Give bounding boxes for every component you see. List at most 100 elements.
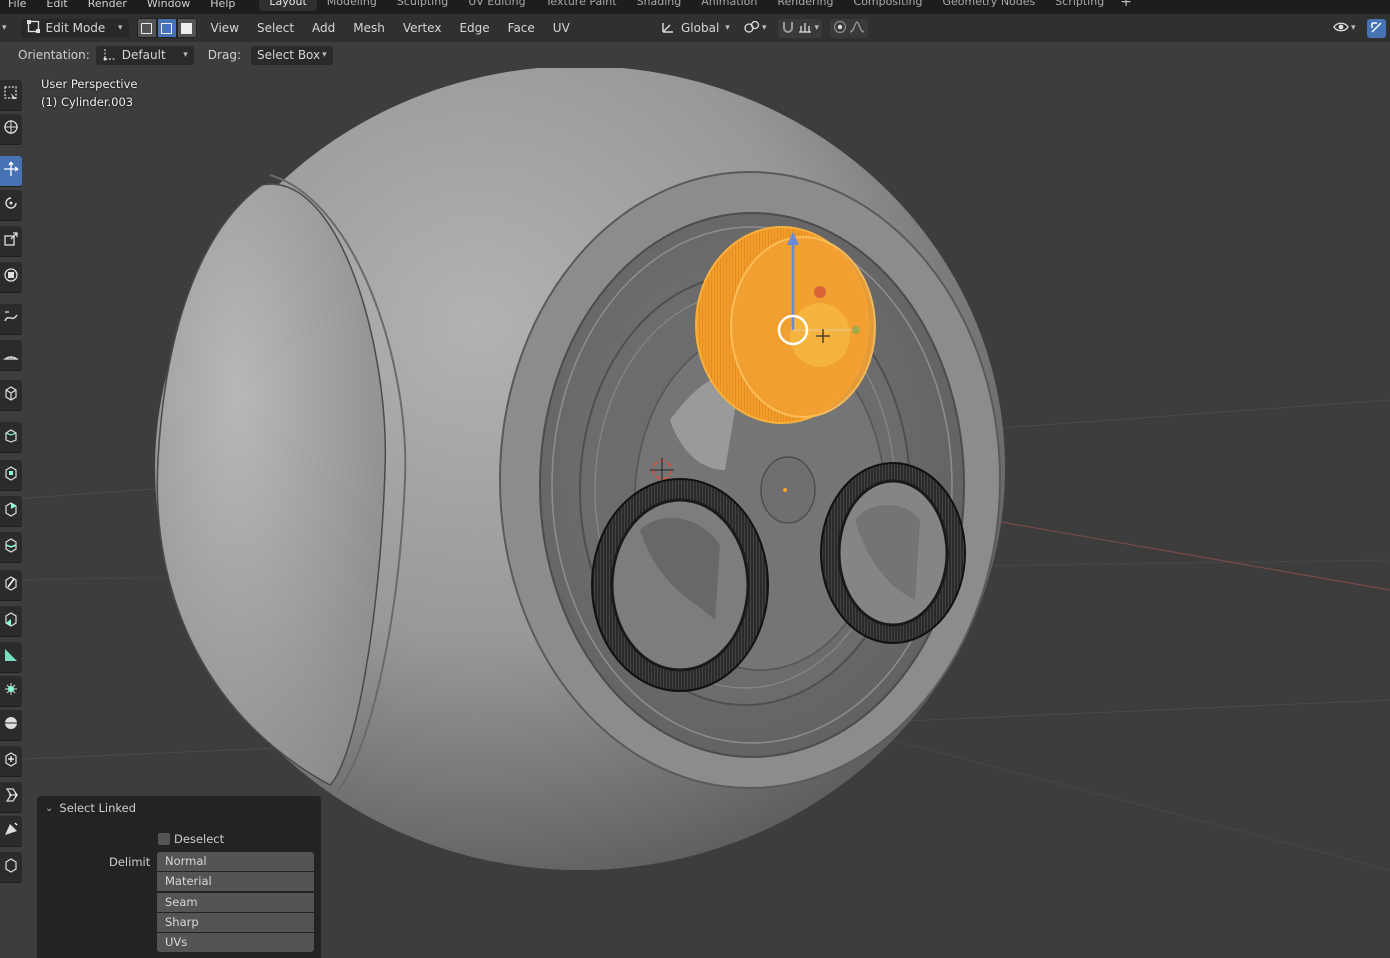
loop-cut-tool[interactable] <box>0 532 22 563</box>
tab-scripting[interactable]: Scripting <box>1045 0 1114 11</box>
menu-help[interactable]: Help <box>210 0 235 10</box>
select-box-tool[interactable] <box>0 80 22 111</box>
header-menus: View Select Add Mesh Vertex Edge Face UV <box>211 21 570 35</box>
chevron-down-icon: ▾ <box>814 23 820 33</box>
add-cube-tool[interactable] <box>0 380 22 411</box>
menu-edit[interactable]: Edit <box>46 0 67 10</box>
tab-sculpting[interactable]: Sculpting <box>387 0 458 11</box>
deselect-checkbox[interactable]: Deselect <box>158 832 224 846</box>
delimit-label: Delimit <box>109 855 151 869</box>
menu-edge[interactable]: Edge <box>459 21 489 35</box>
extrude-tool[interactable] <box>0 422 22 453</box>
menu-select[interactable]: Select <box>257 21 294 35</box>
drag-value: Select Box <box>256 48 321 62</box>
tab-animation[interactable]: Animation <box>691 0 767 11</box>
smooth-tool[interactable] <box>0 676 22 707</box>
chevron-down-icon: ▾ <box>1351 23 1356 33</box>
menu-vertex[interactable]: Vertex <box>403 21 442 35</box>
proportional-edit-button[interactable] <box>830 18 869 38</box>
rotate-icon <box>3 195 19 215</box>
add-workspace-icon[interactable]: + <box>1120 0 1132 10</box>
transform-orientation-dropdown[interactable]: Global ▾ <box>655 19 733 38</box>
bevel-tool[interactable] <box>0 496 22 527</box>
delimit-option-uvs[interactable]: UVs <box>157 933 314 953</box>
menu-render[interactable]: Render <box>88 0 127 10</box>
delimit-option-seam[interactable]: Seam <box>157 892 314 912</box>
editor-type-chevron-icon[interactable]: ▾ <box>2 23 7 33</box>
rip-region-tool[interactable] <box>0 852 22 883</box>
menu-window[interactable]: Window <box>147 0 190 10</box>
loop-cut-icon <box>3 537 19 557</box>
orientation-dropdown[interactable]: Default ▾ <box>95 45 194 65</box>
collapse-chevron-icon: ⌄ <box>45 802 54 814</box>
annotate-icon <box>3 309 19 329</box>
delimit-option-sharp[interactable]: Sharp <box>157 912 314 932</box>
drag-label: Drag: <box>207 48 241 62</box>
delimit-option-material[interactable]: Material <box>157 872 314 892</box>
transform-tool[interactable] <box>0 262 22 293</box>
tab-geometry-nodes[interactable]: Geometry Nodes <box>932 0 1045 11</box>
transform-orientation-label: Global <box>681 21 720 35</box>
vertex-select-button[interactable] <box>136 18 157 38</box>
scale-tool[interactable] <box>0 226 22 257</box>
inset-tool[interactable] <box>0 460 22 491</box>
menu-face[interactable]: Face <box>508 21 535 35</box>
delimit-option-normal[interactable]: Normal <box>157 852 314 871</box>
chevron-down-icon: ▾ <box>725 23 730 33</box>
checkbox-box <box>158 833 170 845</box>
menu-uv[interactable]: UV <box>553 21 570 35</box>
orientation-default-icon <box>102 47 116 64</box>
selected-cylinder[interactable] <box>695 226 876 424</box>
panel-header[interactable]: ⌄ Select Linked <box>45 801 136 815</box>
chevron-down-icon: ▾ <box>183 50 188 60</box>
move-tool[interactable] <box>0 156 22 187</box>
mode-label: Edit Mode <box>45 21 106 35</box>
scale-icon <box>3 231 19 251</box>
measure-tool[interactable] <box>0 340 22 371</box>
smooth-icon <box>3 681 19 701</box>
rip-tool[interactable] <box>0 816 22 847</box>
mode-dropdown[interactable]: Edit Mode ▾ <box>20 18 129 38</box>
proportional-edit-icon <box>833 20 847 37</box>
spin-icon <box>3 647 19 667</box>
left-tube[interactable] <box>591 478 769 692</box>
menu-add[interactable]: Add <box>312 21 335 35</box>
cursor-tool[interactable] <box>0 114 22 145</box>
chevron-down-icon: ▾ <box>118 23 123 33</box>
workspace-tabs: Layout Modeling Sculpting UV Editing Tex… <box>259 0 1132 11</box>
rotate-tool[interactable] <box>0 190 22 221</box>
tab-compositing[interactable]: Compositing <box>844 0 933 11</box>
drag-dropdown[interactable]: Select Box ▾ <box>250 45 333 65</box>
top-menu: File Edit Render Window Help <box>8 0 235 10</box>
inset-icon <box>3 465 19 485</box>
overlay-button[interactable] <box>1367 19 1386 38</box>
pivot-icon <box>744 20 760 37</box>
menu-mesh[interactable]: Mesh <box>353 21 385 35</box>
right-tube[interactable] <box>820 462 966 644</box>
tab-shading[interactable]: Shading <box>627 0 692 11</box>
select-linked-panel: ⌄ Select Linked Deselect Delimit Normal … <box>37 796 321 958</box>
active-object-name: (1) Cylinder.003 <box>41 95 134 109</box>
tab-rendering[interactable]: Rendering <box>767 0 843 11</box>
edge-slide-tool[interactable] <box>0 710 22 741</box>
shear-tool[interactable] <box>0 782 22 813</box>
rip-icon <box>3 821 19 841</box>
face-select-button[interactable] <box>176 18 197 38</box>
tab-texture-paint[interactable]: Texture Paint <box>536 0 627 11</box>
menu-view[interactable]: View <box>211 21 239 35</box>
edge-select-button[interactable] <box>156 18 177 38</box>
knife-tool[interactable] <box>0 570 22 601</box>
measure-icon <box>3 345 19 365</box>
tab-uv-editing[interactable]: UV Editing <box>458 0 535 11</box>
pivot-point-button[interactable]: ▾ <box>741 19 770 38</box>
poly-build-tool[interactable] <box>0 606 22 637</box>
snap-toggle-button[interactable]: ▾ <box>777 18 823 38</box>
tab-modeling[interactable]: Modeling <box>317 0 387 11</box>
shrink-fatten-tool[interactable] <box>0 746 22 777</box>
annotate-tool[interactable] <box>0 304 22 335</box>
orientation-axes-icon <box>661 20 675 37</box>
visibility-button[interactable]: ▾ <box>1330 19 1359 38</box>
menu-file[interactable]: File <box>8 0 26 10</box>
tab-layout[interactable]: Layout <box>259 0 317 11</box>
spin-tool[interactable] <box>0 642 22 673</box>
